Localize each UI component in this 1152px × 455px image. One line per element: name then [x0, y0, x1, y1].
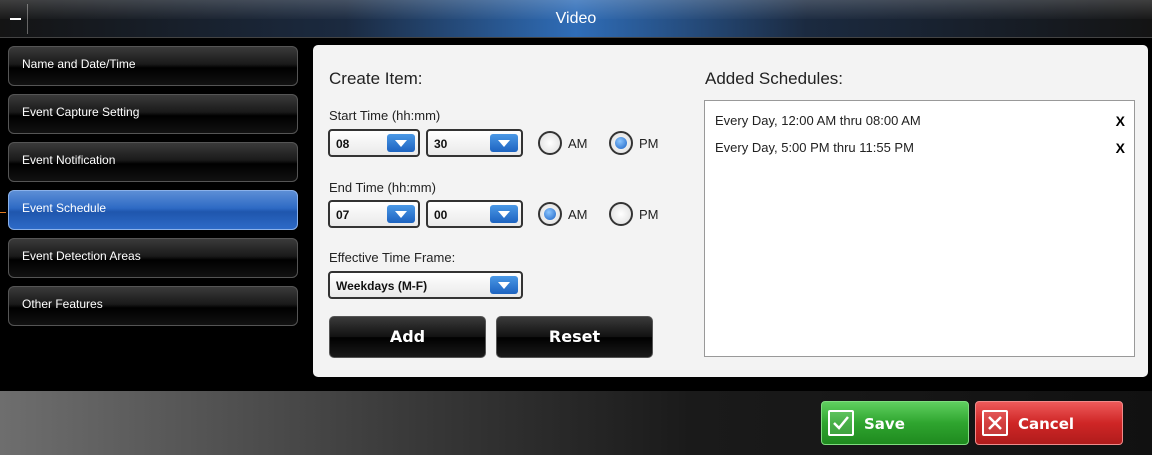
start-time-label: Start Time (hh:mm)	[329, 108, 441, 123]
sidebar-item-event-schedule[interactable]: Event Schedule	[8, 190, 298, 230]
end-am-label: AM	[568, 207, 588, 222]
close-icon	[982, 410, 1008, 436]
schedule-text: Every Day, 5:00 PM thru 11:55 PM	[715, 140, 914, 155]
save-label: Save	[864, 415, 905, 433]
chevron-down-icon	[387, 134, 415, 152]
cancel-button[interactable]: Cancel	[975, 401, 1123, 445]
start-minute-select[interactable]: 30	[426, 129, 523, 157]
start-hour-select[interactable]: 08	[328, 129, 420, 157]
chevron-down-icon	[490, 276, 518, 294]
timeframe-value: Weekdays (M-F)	[336, 279, 428, 293]
start-am-label: AM	[568, 136, 588, 151]
cancel-label: Cancel	[1018, 415, 1075, 433]
schedules-list: Every Day, 12:00 AM thru 08:00 AM X Ever…	[704, 100, 1135, 357]
start-am-radio[interactable]	[538, 131, 562, 155]
sidebar-item-event-capture-setting[interactable]: Event Capture Setting	[8, 94, 298, 134]
timeframe-label: Effective Time Frame:	[329, 250, 456, 265]
sidebar-item-label: Other Features	[22, 297, 103, 311]
title-bar: Video	[0, 0, 1152, 38]
sidebar-item-other-features[interactable]: Other Features	[8, 286, 298, 326]
create-item-heading: Create Item:	[329, 69, 423, 88]
window-title: Video	[555, 10, 597, 27]
schedule-panel: Create Item: Start Time (hh:mm) 08 30 AM…	[313, 45, 1148, 377]
added-schedules-heading: Added Schedules:	[705, 69, 843, 88]
remove-schedule-button[interactable]: X	[1116, 140, 1125, 156]
end-am-radio[interactable]	[538, 202, 562, 226]
sidebar-item-label: Event Detection Areas	[22, 249, 141, 263]
end-time-label: End Time (hh:mm)	[329, 180, 436, 195]
footer-bar: Save Cancel	[0, 391, 1152, 455]
sidebar-item-event-detection-areas[interactable]: Event Detection Areas	[8, 238, 298, 278]
chevron-down-icon	[490, 205, 518, 223]
start-pm-label: PM	[639, 136, 659, 151]
chevron-down-icon	[490, 134, 518, 152]
sidebar-item-label: Event Notification	[22, 153, 116, 167]
checkmark-icon	[828, 410, 854, 436]
start-minute-value: 30	[434, 137, 448, 151]
remove-schedule-button[interactable]: X	[1116, 113, 1125, 129]
chevron-down-icon	[387, 205, 415, 223]
end-hour-value: 07	[336, 208, 350, 222]
sidebar-item-label: Event Schedule	[22, 201, 107, 215]
reset-button[interactable]: Reset	[496, 316, 653, 358]
sidebar-item-label: Name and Date/Time	[22, 57, 136, 71]
start-hour-value: 08	[336, 137, 350, 151]
start-pm-radio[interactable]	[609, 131, 633, 155]
schedule-text: Every Day, 12:00 AM thru 08:00 AM	[715, 113, 921, 128]
end-pm-label: PM	[639, 207, 659, 222]
list-item: Every Day, 5:00 PM thru 11:55 PM X	[715, 140, 1125, 156]
sidebar-item-event-notification[interactable]: Event Notification	[8, 142, 298, 182]
timeframe-select[interactable]: Weekdays (M-F)	[328, 271, 523, 299]
end-hour-select[interactable]: 07	[328, 200, 420, 228]
end-pm-radio[interactable]	[609, 202, 633, 226]
end-minute-value: 00	[434, 208, 448, 222]
edge-marker	[0, 212, 6, 213]
end-minute-select[interactable]: 00	[426, 200, 523, 228]
save-button[interactable]: Save	[821, 401, 969, 445]
list-item: Every Day, 12:00 AM thru 08:00 AM X	[715, 113, 1125, 129]
add-button[interactable]: Add	[329, 316, 486, 358]
sidebar-item-label: Event Capture Setting	[22, 105, 140, 119]
sidebar-item-name-and-date-time[interactable]: Name and Date/Time	[8, 46, 298, 86]
